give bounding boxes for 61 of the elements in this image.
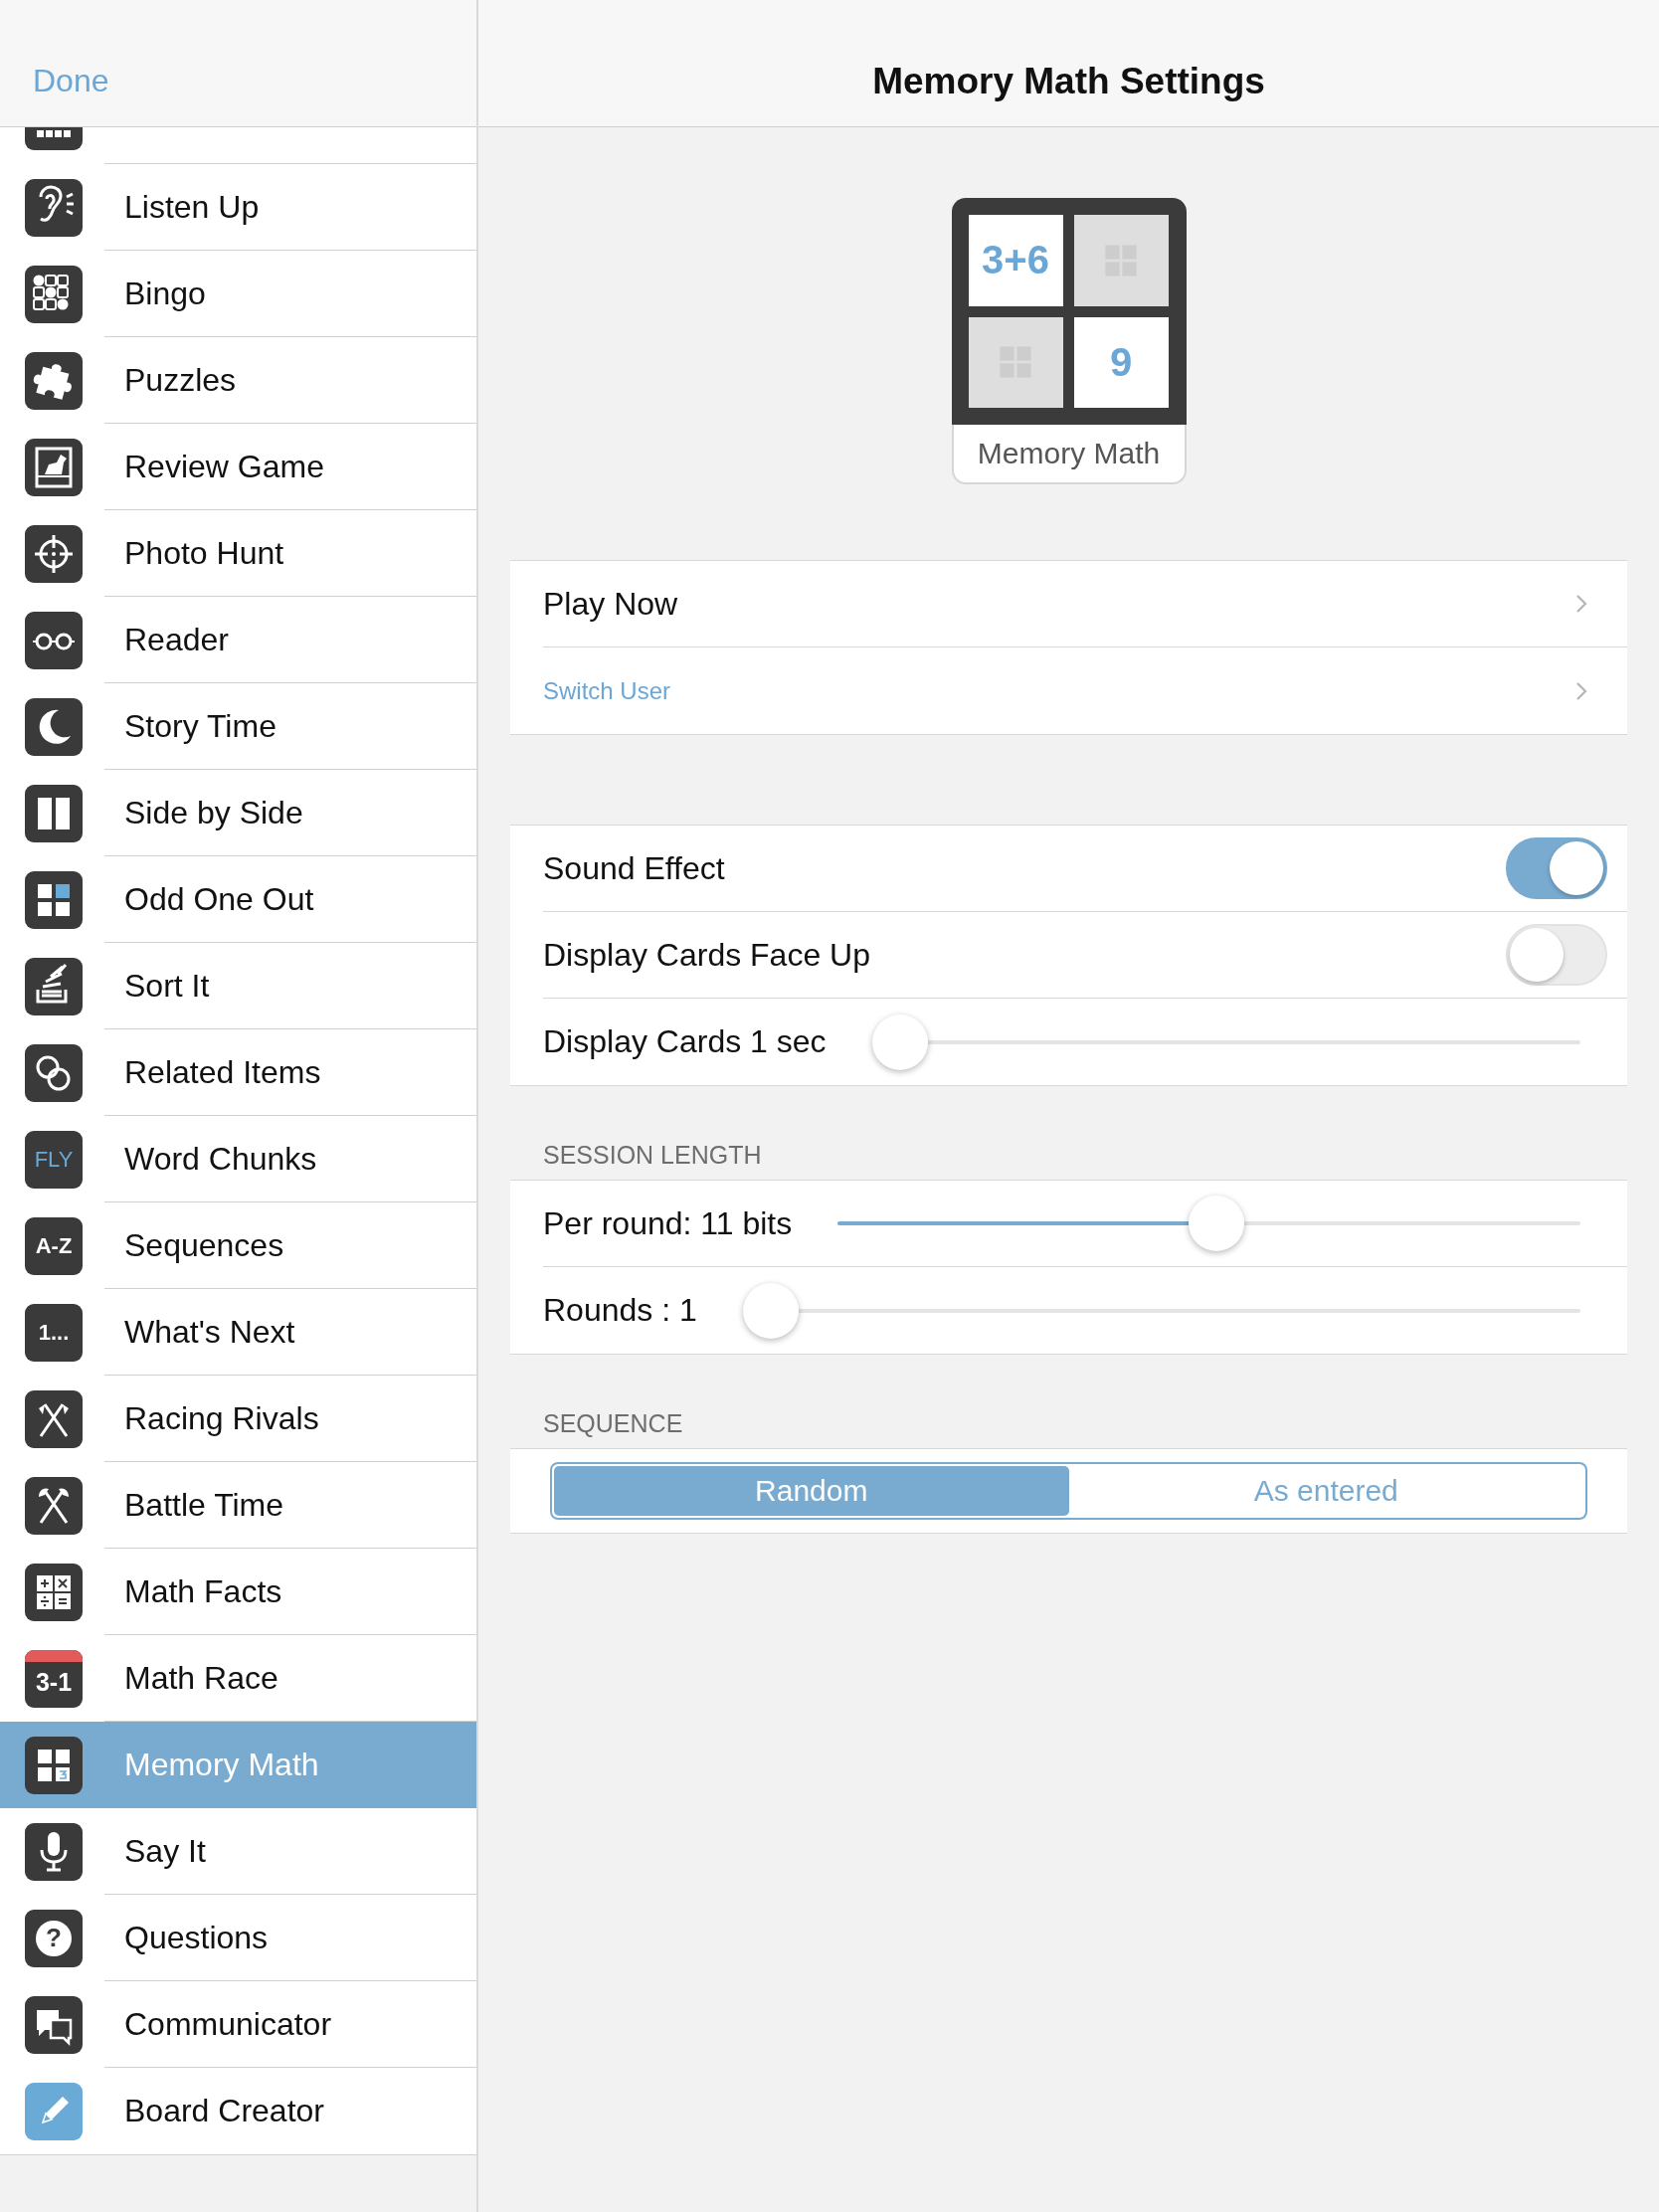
sidebar-item[interactable]: ? Questions: [0, 1895, 476, 1981]
sidebar-item[interactable]: Puzzles: [0, 337, 476, 424]
slider-thumb[interactable]: [871, 1014, 928, 1070]
word-icon: FLY: [25, 1130, 83, 1189]
crosshair-icon: [25, 524, 83, 583]
calculator-icon: [25, 1563, 83, 1621]
sidebar-item[interactable]: Sort It: [0, 943, 476, 1029]
moon-icon: [25, 697, 83, 756]
crossed-flags-icon: [25, 1389, 83, 1448]
section-header: SESSION LENGTH: [542, 1140, 763, 1171]
sidebar-item[interactable]: 1... What's Next: [0, 1289, 476, 1376]
slider-label: Per round: 11 bits: [543, 1204, 793, 1242]
number-icon: 1...: [25, 1303, 83, 1362]
app-tile-artwork: 3+6 9: [951, 198, 1187, 425]
option-label: Sound Effect: [543, 849, 725, 887]
sidebar-item[interactable]: Odd One Out: [0, 856, 476, 943]
app-tile-label: Memory Math: [951, 425, 1187, 484]
sidebar-item[interactable]: Photo Hunt: [0, 510, 476, 597]
microphone-icon: [25, 1822, 83, 1881]
sidebar-item[interactable]: Bingo: [0, 251, 476, 337]
slider-label: Rounds : 1: [543, 1292, 697, 1329]
glasses-icon: [25, 611, 83, 669]
ear-icon: [25, 178, 83, 237]
crossed-axes-icon: [25, 1476, 83, 1535]
pencil-icon: [25, 2082, 83, 2140]
play-now-button[interactable]: Play Now: [543, 561, 1627, 647]
squares-icon: [25, 870, 83, 929]
sidebar-item[interactable]: Side by Side: [0, 770, 476, 856]
section-header: SEQUENCE: [542, 1408, 684, 1439]
question-icon: ?: [25, 1909, 83, 1967]
slider-thumb[interactable]: [1188, 1196, 1244, 1251]
sidebar-item[interactable]: Listen Up: [0, 164, 476, 251]
option-label: Display Cards Face Up: [543, 936, 870, 974]
squares-icon: [25, 1736, 83, 1794]
speech-bubbles-icon: [25, 1995, 83, 2054]
stack-icon: [25, 957, 83, 1015]
sidebar-item[interactable]: Battle Time: [0, 1462, 476, 1549]
sidebar-item[interactable]: Reader: [0, 597, 476, 683]
chevron-icon: [1575, 680, 1587, 701]
sidebar-item[interactable]: Story Time: [0, 683, 476, 770]
circles-icon: [25, 1043, 83, 1102]
sidebar-item[interactable]: FLY Word Chunks: [0, 1116, 476, 1202]
sidebar-item[interactable]: Related Items: [0, 1029, 476, 1116]
chevron-icon: [1575, 594, 1587, 614]
slider-thumb[interactable]: [742, 1282, 799, 1339]
sidebar-item[interactable]: A-Z Sequences: [0, 1202, 476, 1289]
sidebar-item[interactable]: Math Facts: [0, 1549, 476, 1635]
sidebar-item[interactable]: Communicator: [0, 1981, 476, 2068]
sidebar-item[interactable]: Racing Rivals: [0, 1376, 476, 1462]
letters-icon: A-Z: [25, 1216, 83, 1275]
sidebar-item[interactable]: 3-1 Math Race: [0, 1635, 476, 1722]
sidebar-item[interactable]: Review Game: [0, 424, 476, 510]
option-label: Display Cards 1 sec: [543, 1023, 827, 1060]
sidebar-item[interactable]: Say It: [0, 1808, 476, 1895]
window-title: Memory Math Settings: [872, 59, 1265, 102]
puzzle-icon: [25, 351, 83, 410]
sidebar-item[interactable]: Board Creator: [0, 2068, 476, 2155]
dog-picture-icon: [25, 438, 83, 496]
subtraction-icon: 3-1: [25, 1649, 83, 1708]
dots-icon: [25, 265, 83, 323]
columns-icon: [25, 784, 83, 842]
